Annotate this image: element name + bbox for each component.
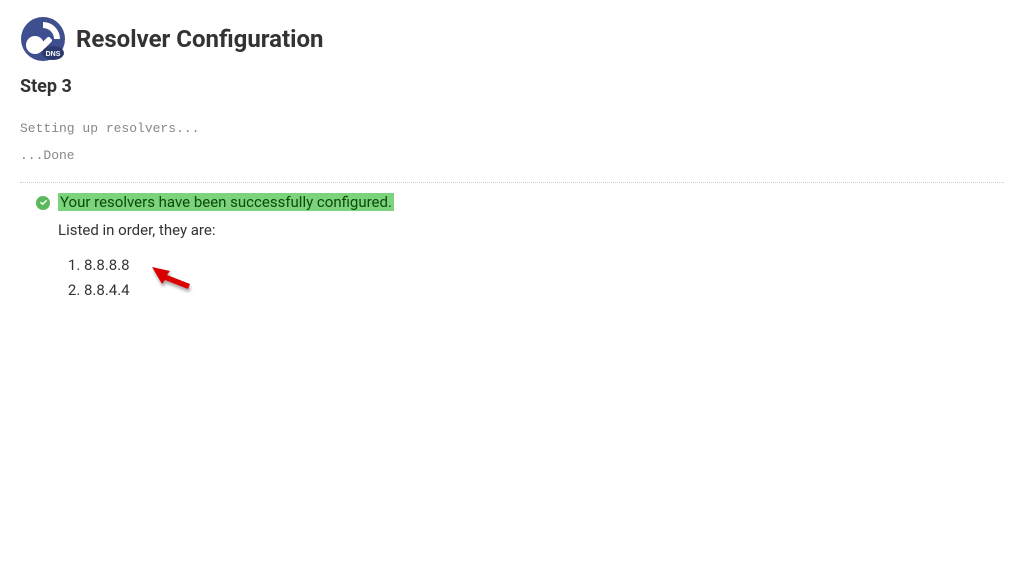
listed-label: Listed in order, they are: xyxy=(58,221,1004,239)
check-icon xyxy=(36,196,50,210)
svg-text:DNS: DNS xyxy=(46,51,61,58)
list-item: 8.8.8.8 xyxy=(84,253,1004,279)
console-output: Setting up resolvers... ...Done xyxy=(0,111,1024,182)
step-title: Step 3 xyxy=(0,70,1024,111)
resolver-list: 8.8.8.8 8.8.4.4 xyxy=(84,253,1004,304)
dns-logo-icon: DNS xyxy=(20,16,66,62)
console-line: ...Done xyxy=(20,142,1004,169)
result-panel: Your resolvers have been successfully co… xyxy=(0,183,1024,304)
page-header: DNS Resolver Configuration xyxy=(0,0,1024,70)
page-title: Resolver Configuration xyxy=(76,25,324,53)
console-line: Setting up resolvers... xyxy=(20,115,1004,142)
list-item: 8.8.4.4 xyxy=(84,278,1004,304)
success-message: Your resolvers have been successfully co… xyxy=(58,193,394,211)
